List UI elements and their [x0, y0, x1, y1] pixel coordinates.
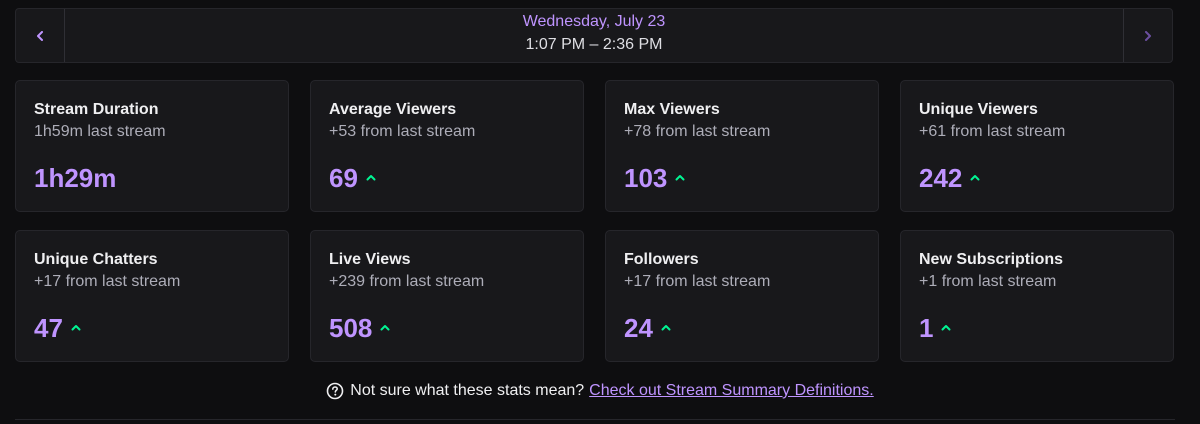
previous-stream-button[interactable]	[16, 9, 65, 62]
trend-up-icon	[380, 322, 390, 332]
stream-time-range: 1:07 PM – 2:36 PM	[525, 36, 663, 53]
stat-card-max-viewers: Max Viewers +78 from last stream 103	[605, 80, 879, 212]
stat-value: 47	[34, 313, 63, 343]
stream-summary-definitions-link[interactable]: Check out Stream Summary Definitions.	[589, 382, 874, 400]
stat-comparison: +78 from last stream	[624, 123, 771, 140]
stat-card-stream-duration: Stream Duration 1h59m last stream 1h29m	[15, 80, 289, 212]
stat-value: 242	[919, 163, 963, 193]
trend-up-icon	[366, 172, 376, 182]
stat-comparison: +1 from last stream	[919, 273, 1057, 290]
stat-value: 508	[329, 313, 373, 343]
trend-up-icon	[675, 172, 685, 182]
stat-value: 24	[624, 313, 653, 343]
trend-up-icon	[970, 172, 980, 182]
help-text: Not sure what these stats mean?	[350, 382, 585, 399]
next-stream-button[interactable]	[1123, 9, 1172, 62]
stat-comparison: +239 from last stream	[329, 273, 485, 290]
divider	[15, 419, 1175, 420]
stat-title: Unique Chatters	[34, 251, 158, 268]
stat-title: New Subscriptions	[919, 251, 1064, 268]
trend-up-icon	[941, 322, 951, 332]
stat-value: 69	[329, 163, 358, 193]
stat-comparison: +17 from last stream	[34, 273, 181, 290]
stat-card-average-viewers: Average Viewers +53 from last stream 69	[310, 80, 584, 212]
stream-summary-page: Wednesday, July 23 1:07 PM – 2:36 PM Str…	[0, 0, 1200, 424]
stat-comparison: +61 from last stream	[919, 123, 1066, 140]
date-display: Wednesday, July 23 1:07 PM – 2:36 PM	[64, 9, 1124, 62]
stat-title: Max Viewers	[624, 101, 720, 118]
stat-title: Followers	[624, 251, 699, 268]
stat-comparison: +53 from last stream	[329, 123, 476, 140]
chevron-right-icon	[1144, 30, 1152, 41]
date-navigation-bar: Wednesday, July 23 1:07 PM – 2:36 PM	[15, 8, 1173, 63]
stat-card-live-views: Live Views +239 from last stream 508	[310, 230, 584, 362]
stat-comparison: 1h59m last stream	[34, 123, 166, 140]
stats-help-row: Not sure what these stats mean? Check ou…	[0, 380, 1200, 402]
stream-date: Wednesday, July 23	[522, 13, 666, 30]
trend-up-icon	[71, 322, 81, 332]
stat-card-followers: Followers +17 from last stream 24	[605, 230, 879, 362]
stat-title: Live Views	[329, 251, 411, 268]
stat-card-unique-viewers: Unique Viewers +61 from last stream 242	[900, 80, 1174, 212]
stat-value: 1h29m	[34, 163, 117, 193]
stat-title: Stream Duration	[34, 101, 159, 118]
stat-value: 103	[624, 163, 668, 193]
stat-title: Average Viewers	[329, 101, 457, 118]
stat-card-new-subscriptions: New Subscriptions +1 from last stream 1	[900, 230, 1174, 362]
trend-up-icon	[661, 322, 671, 332]
question-circle-icon	[326, 382, 344, 400]
chevron-left-icon	[36, 30, 44, 41]
stat-card-unique-chatters: Unique Chatters +17 from last stream 47	[15, 230, 289, 362]
stat-title: Unique Viewers	[919, 101, 1038, 118]
stat-comparison: +17 from last stream	[624, 273, 771, 290]
stat-value: 1	[919, 313, 934, 343]
